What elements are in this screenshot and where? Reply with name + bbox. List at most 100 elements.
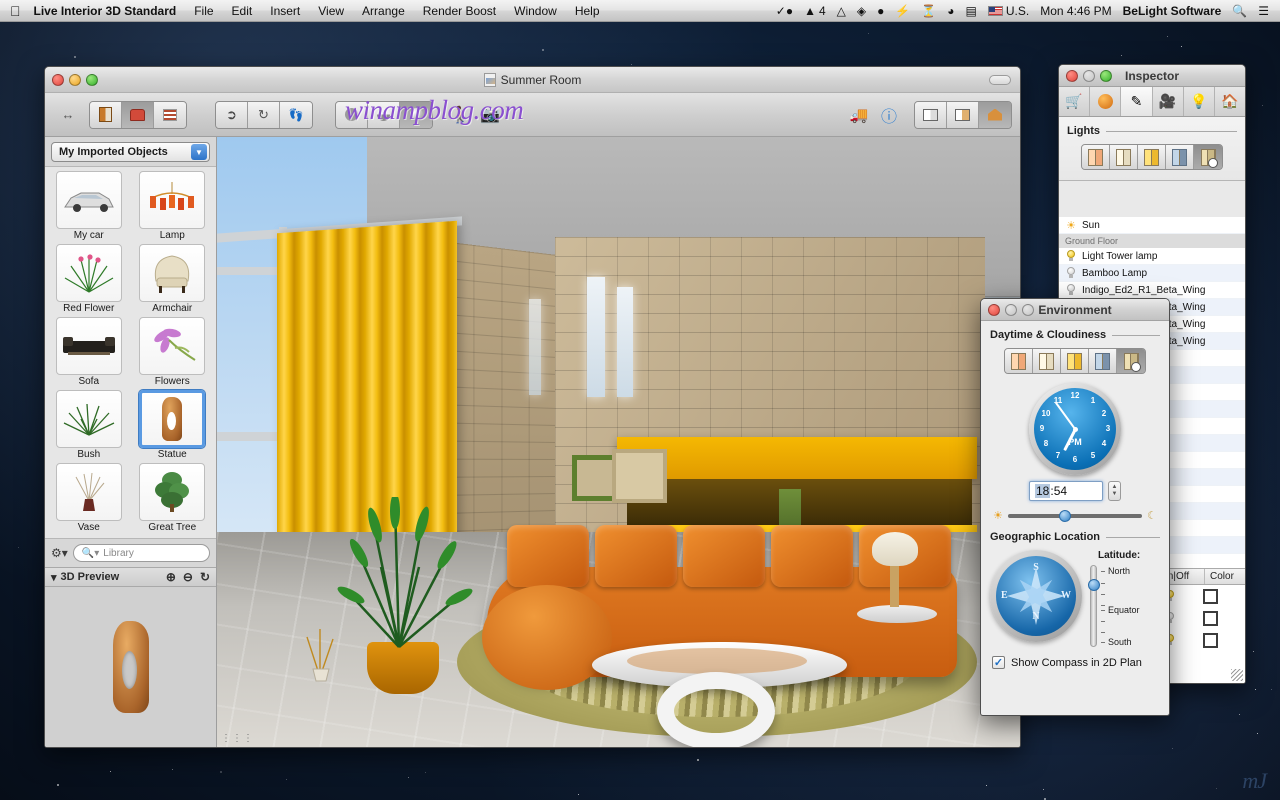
light-list-item-light-tower-lamp[interactable]: Light Tower lamp (1059, 248, 1245, 265)
forklift-icon[interactable]: 🚚 (844, 101, 874, 129)
light-mode-warm[interactable] (1082, 145, 1110, 169)
light-list-item-bamboo-lamp[interactable]: Bamboo Lamp (1059, 265, 1245, 282)
library-item-my-car[interactable]: My car (48, 171, 130, 242)
menu-item-window[interactable]: Window (514, 4, 557, 18)
cloud-mode-auto[interactable] (1117, 349, 1145, 373)
search-input[interactable]: 🔍▾ Library (73, 544, 210, 562)
inspector-tab-camera[interactable]: 🎥 (1153, 87, 1184, 116)
daylight-slider[interactable]: ☀ ☾ (990, 509, 1160, 531)
checkmark-circle-icon[interactable]: ✓● (776, 4, 793, 18)
toolbar-toggle-button[interactable] (989, 75, 1011, 85)
inspector-tab-edit[interactable]: ✎ (1121, 87, 1152, 116)
light-mode-cool[interactable] (1166, 145, 1194, 169)
menu-item-view[interactable]: View (318, 4, 344, 18)
bulb-icon[interactable] (1066, 250, 1076, 262)
flash-icon[interactable]: ⚡ (895, 4, 910, 18)
light-list-item-indigo-1[interactable]: Indigo_Ed2_R1_Beta_Wing (1059, 282, 1245, 299)
library-item-armchair[interactable]: Armchair (132, 244, 214, 315)
viewport-resize-grip[interactable]: ⋮⋮⋮ (221, 733, 254, 744)
arrow-cursor-icon[interactable]: ➲ (216, 102, 248, 128)
battery-icon[interactable]: ▤ (966, 4, 977, 18)
zoom-out-icon[interactable]: ⊖ (183, 570, 193, 584)
inspector-zoom-button[interactable] (1100, 70, 1112, 82)
daylight-slider-knob[interactable] (1059, 510, 1071, 522)
library-item-flowers[interactable]: Flowers (132, 317, 214, 388)
time-machine-icon[interactable]: ⏳ (921, 4, 936, 18)
house-3d-icon[interactable] (979, 102, 1011, 128)
arrows-horizontal-icon[interactable]: ↔ (53, 101, 83, 129)
library-item-lamp[interactable]: Lamp (132, 171, 214, 242)
plan-3d-icon[interactable] (947, 102, 979, 128)
preview-3d-area[interactable] (45, 587, 216, 747)
split-view-icon[interactable] (915, 102, 947, 128)
gear-icon[interactable]: ⚙▾ (51, 546, 68, 560)
menu-item-insert[interactable]: Insert (270, 4, 300, 18)
resize-grip-icon[interactable] (1231, 669, 1243, 681)
stepper-up-icon[interactable]: ▲ (1112, 484, 1118, 491)
light-list-item-sun[interactable]: ☀ Sun (1059, 217, 1245, 234)
zoom-in-icon[interactable]: ⊕ (166, 570, 176, 584)
cloud-mode-sunny[interactable] (1061, 349, 1089, 373)
environment-zoom-button[interactable] (1022, 304, 1034, 316)
environment-close-button[interactable] (988, 304, 1000, 316)
inspector-tab-object[interactable]: 🛒 (1059, 87, 1090, 116)
bulb-icon[interactable] (1066, 284, 1076, 296)
search-icon[interactable]: 🔍 (1232, 4, 1247, 18)
cloud-mode-overcast[interactable] (1033, 349, 1061, 373)
menu-item-arrange[interactable]: Arrange (362, 4, 405, 18)
inspector-close-button[interactable] (1066, 70, 1078, 82)
google-drive-icon[interactable]: △ (837, 4, 846, 18)
menu-item-help[interactable]: Help (575, 4, 600, 18)
cloud-mode-sunset[interactable] (1005, 349, 1033, 373)
light-mode-bright[interactable] (1138, 145, 1166, 169)
notification-center-icon[interactable]: ☰ (1258, 4, 1269, 18)
environment-titlebar[interactable]: Environment (981, 299, 1169, 321)
library-item-sofa[interactable]: Sofa (48, 317, 130, 388)
environment-minimize-button[interactable] (1005, 304, 1017, 316)
color-swatch[interactable] (1203, 633, 1218, 648)
library-item-statue[interactable]: Statue (132, 390, 214, 461)
inspector-titlebar[interactable]: Inspector (1059, 65, 1245, 87)
library-select[interactable]: My Imported Objects ▼ (51, 142, 210, 162)
color-swatch[interactable] (1203, 589, 1218, 604)
input-language-indicator[interactable]: U.S. (988, 4, 1029, 18)
rotate-arrow-icon[interactable]: ↻ (200, 570, 210, 584)
info-circle-icon[interactable]: ⓘ (874, 101, 904, 129)
rotate-icon[interactable]: ↻ (248, 102, 280, 128)
column-color[interactable]: Color (1205, 569, 1245, 584)
inspector-tab-building[interactable]: 🏠 (1215, 87, 1245, 116)
inspector-minimize-button[interactable] (1083, 70, 1095, 82)
analog-clock[interactable]: 12 1 2 3 4 5 6 7 8 9 10 11 PM (1029, 383, 1121, 475)
adobe-icon[interactable]: ▲ 4 (804, 4, 826, 18)
3d-viewport[interactable]: ⋮⋮⋮ (217, 137, 1020, 747)
menu-item-edit[interactable]: Edit (232, 4, 253, 18)
menu-app-name[interactable]: Live Interior 3D Standard (34, 4, 177, 18)
furniture-button[interactable] (122, 102, 154, 128)
menu-item-render-boost[interactable]: Render Boost (423, 4, 496, 18)
color-swatch[interactable] (1203, 611, 1218, 626)
library-item-red-flower[interactable]: Red Flower (48, 244, 130, 315)
compass-rose-icon[interactable]: N E S W (990, 550, 1082, 642)
daylight-slider-track[interactable] (1008, 514, 1142, 518)
main-window-titlebar[interactable]: Summer Room (45, 67, 1020, 93)
bulb-icon[interactable] (1066, 267, 1076, 279)
time-stepper[interactable]: ▲ ▼ (1108, 481, 1121, 501)
inspector-tab-material[interactable] (1090, 87, 1121, 116)
footprints-icon[interactable]: 👣 (280, 102, 312, 128)
dropbox-globe-icon[interactable]: ◈ (857, 4, 866, 18)
evernote-icon[interactable]: ● (877, 4, 884, 18)
stepper-down-icon[interactable]: ▼ (1112, 491, 1118, 498)
triangle-down-icon[interactable]: ▾ (51, 571, 57, 584)
inspector-tab-light[interactable]: 💡 (1184, 87, 1215, 116)
latitude-slider-track[interactable] (1090, 565, 1097, 647)
light-mode-auto[interactable] (1194, 145, 1222, 169)
menu-clock[interactable]: Mon 4:46 PM (1040, 4, 1111, 18)
wifi-icon[interactable]: ◕ (947, 4, 954, 18)
menu-user-name[interactable]: BeLight Software (1123, 4, 1222, 18)
time-input[interactable]: 18:54 (1029, 481, 1103, 501)
cloud-mode-night[interactable] (1089, 349, 1117, 373)
list-view-button[interactable] (154, 102, 186, 128)
latitude-slider-knob[interactable] (1088, 579, 1100, 591)
library-item-bush[interactable]: Bush (48, 390, 130, 461)
library-item-great-tree[interactable]: Great Tree (132, 463, 214, 534)
